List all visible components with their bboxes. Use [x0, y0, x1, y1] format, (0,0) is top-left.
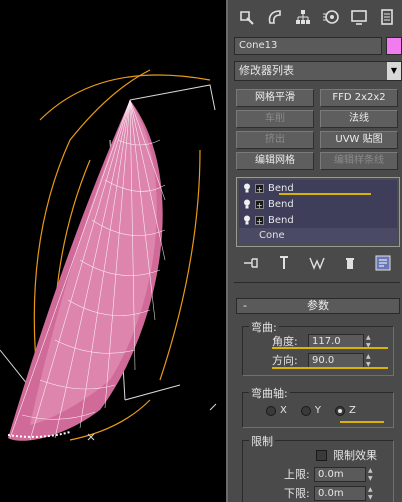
create-icon[interactable] [234, 4, 260, 30]
edit-mesh-button[interactable]: 编辑网格 [236, 152, 314, 170]
uvw-map-button[interactable]: UVW 贴图 [320, 131, 398, 149]
remove-modifier-icon[interactable] [341, 254, 359, 272]
axis-radio-row: X Y Z [266, 405, 356, 416]
lower-limit-field[interactable]: 0.0m [314, 485, 366, 501]
extrude-button[interactable]: 挤出 [236, 131, 314, 149]
rollout-title: 参数 [307, 299, 329, 312]
modifier-list-label: 修改器列表 [239, 64, 294, 77]
bend-axis-group-title: 弯曲轴: [249, 385, 290, 401]
collapse-icon[interactable]: - [243, 299, 247, 313]
bent-cone-mesh [0, 69, 217, 441]
display-icon[interactable] [346, 4, 372, 30]
divider [234, 282, 400, 283]
limit-effect-checkbox[interactable] [316, 449, 327, 461]
modifier-stack: + Bend + Bend + Bend Cone [236, 177, 400, 247]
stack-base-object[interactable]: Cone [239, 228, 397, 244]
modify-icon[interactable] [262, 4, 288, 30]
lightbulb-icon[interactable] [243, 215, 251, 225]
parameters-rollout-header[interactable]: - 参数 [236, 298, 400, 314]
chevron-down-icon[interactable]: ▼ [387, 62, 401, 80]
annotation-underline [340, 421, 384, 423]
stack-item[interactable]: + Bend [239, 196, 397, 212]
perspective-viewport[interactable] [0, 0, 226, 502]
axis-x-radio[interactable]: X [266, 405, 287, 416]
upper-limit-field[interactable]: 0.0m [314, 466, 366, 482]
motion-icon[interactable] [318, 4, 344, 30]
command-panel: Cone13 修改器列表 ▼ 网格平滑 FFD 2x2x2 车削 法线 挤出 U… [226, 0, 402, 502]
make-unique-icon[interactable] [308, 254, 326, 272]
hierarchy-icon[interactable] [290, 4, 316, 30]
edit-spline-button[interactable]: 编辑样条线 [320, 152, 398, 170]
normal-button[interactable]: 法线 [320, 110, 398, 128]
limit-effect-row: 限制效果 [316, 447, 377, 463]
limits-group-title: 限制 [249, 433, 275, 449]
ffd-button[interactable]: FFD 2x2x2 [320, 89, 398, 107]
modifier-list-dropdown[interactable]: 修改器列表 ▼ [234, 61, 402, 81]
lathe-button[interactable]: 车削 [236, 110, 314, 128]
stack-item[interactable]: + Bend [239, 212, 397, 228]
show-end-result-icon[interactable] [275, 254, 293, 272]
direction-field[interactable]: 90.0 [308, 352, 364, 368]
direction-spinner[interactable]: ▲ ▼ [366, 353, 374, 368]
annotation-underline [272, 347, 388, 349]
stack-item[interactable]: + Bend [239, 180, 397, 196]
annotation-underline [272, 367, 388, 369]
mesh-smooth-button[interactable]: 网格平滑 [236, 89, 314, 107]
stack-item-label: Bend [268, 182, 294, 194]
direction-label: 方向: [272, 354, 298, 367]
lower-limit-row: 下限: 0.0m ▲ ▼ [284, 485, 376, 501]
lightbulb-icon[interactable] [243, 183, 251, 193]
lower-limit-label: 下限: [284, 487, 310, 500]
stack-toolbar [242, 254, 392, 272]
configure-modifier-sets-icon[interactable] [374, 254, 392, 272]
limit-effect-label: 限制效果 [333, 449, 377, 462]
stack-item-label: Bend [268, 198, 294, 210]
pin-stack-icon[interactable] [242, 254, 260, 272]
upper-limit-spinner[interactable]: ▲ ▼ [368, 467, 376, 482]
lightbulb-icon[interactable] [243, 199, 251, 209]
upper-limit-row: 上限: 0.0m ▲ ▼ [284, 466, 376, 482]
axis-z-radio[interactable]: Z [334, 405, 356, 416]
expand-icon[interactable]: + [255, 183, 264, 194]
axis-y-radio[interactable]: Y [300, 405, 321, 416]
upper-limit-label: 上限: [284, 468, 310, 481]
modifier-button-set: 网格平滑 FFD 2x2x2 车削 法线 挤出 UVW 贴图 编辑网格 编辑样条… [236, 89, 398, 170]
annotation-underline [279, 193, 371, 195]
utilities-icon[interactable] [374, 4, 400, 30]
object-name-field[interactable]: Cone13 [234, 37, 382, 55]
stack-item-label: Bend [268, 214, 294, 226]
lower-limit-spinner[interactable]: ▲ ▼ [368, 486, 376, 501]
expand-icon[interactable]: + [255, 215, 264, 226]
object-color-swatch[interactable] [386, 37, 402, 55]
expand-icon[interactable]: + [255, 199, 264, 210]
direction-row: 方向: 90.0 ▲ ▼ [272, 352, 374, 368]
command-panel-tabs [234, 4, 400, 30]
